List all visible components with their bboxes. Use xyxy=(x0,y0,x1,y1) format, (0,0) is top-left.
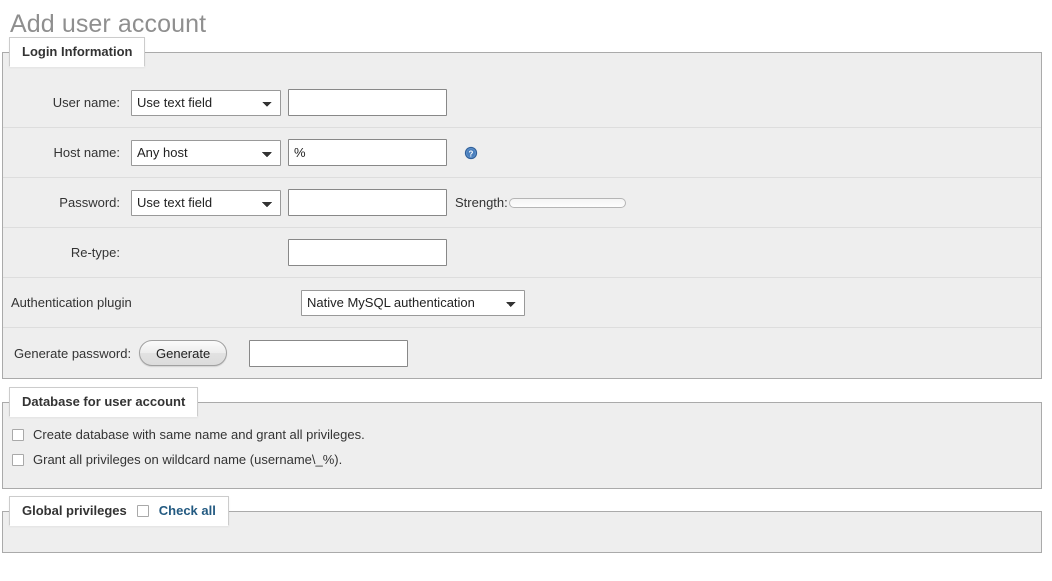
database-for-user-account-fieldset: Database for user account Create databas… xyxy=(2,387,1042,489)
retype-input[interactable] xyxy=(288,239,447,266)
page-title: Add user account xyxy=(10,10,207,38)
retype-row: Re-type: xyxy=(3,228,1041,278)
host-name-label: Host name: xyxy=(53,145,120,160)
global-privileges-check-all-link[interactable]: Check all xyxy=(159,503,216,518)
global-privileges-legend-label: Global privileges xyxy=(22,503,127,518)
password-label: Password: xyxy=(59,195,120,210)
create-database-same-name-checkbox[interactable] xyxy=(12,428,24,441)
database-for-user-account-legend-label: Database for user account xyxy=(22,394,186,409)
user-name-mode-select[interactable]: Use text field xyxy=(131,89,281,116)
host-name-row: Host name: Any host ? xyxy=(3,128,1041,178)
help-circle-icon[interactable]: ? xyxy=(464,146,478,160)
password-strength-meter xyxy=(508,197,626,208)
generated-password-input[interactable] xyxy=(249,339,409,367)
authentication-plugin-select[interactable]: Native MySQL authentication xyxy=(301,289,525,316)
login-information-legend: Login Information xyxy=(9,37,146,67)
host-name-input[interactable] xyxy=(288,139,447,166)
global-privileges-fieldset: Global privileges Check all xyxy=(2,496,1042,553)
generate-password-row: Generate password: Generate xyxy=(3,328,1041,378)
create-database-same-name-label: Create database with same name and grant… xyxy=(33,427,365,442)
login-information-fieldset: Login Information User name: Use text fi… xyxy=(2,37,1042,379)
create-database-same-name-row[interactable]: Create database with same name and grant… xyxy=(3,422,1041,447)
global-privileges-legend: Global privileges Check all xyxy=(9,496,229,526)
grant-wildcard-privileges-checkbox[interactable] xyxy=(12,453,24,466)
grant-wildcard-privileges-row[interactable]: Grant all privileges on wildcard name (u… xyxy=(3,447,1041,472)
retype-label: Re-type: xyxy=(70,245,120,260)
user-name-row: User name: Use text field xyxy=(3,78,1041,128)
password-mode-select[interactable]: Use text field xyxy=(131,189,281,216)
generate-password-button[interactable]: Generate xyxy=(139,340,228,366)
password-input[interactable] xyxy=(288,189,447,216)
password-strength: Strength: xyxy=(455,195,626,210)
add-user-account-page: Add user account Login Information User … xyxy=(0,0,1052,581)
generate-password-label: Generate password: xyxy=(14,345,132,361)
user-name-label: User name: xyxy=(52,95,120,110)
login-information-legend-label: Login Information xyxy=(22,44,133,59)
database-for-user-account-legend: Database for user account xyxy=(9,387,199,417)
authentication-plugin-label: Authentication plugin xyxy=(11,295,132,310)
grant-wildcard-privileges-label: Grant all privileges on wildcard name (u… xyxy=(33,452,343,467)
user-name-input[interactable] xyxy=(288,89,447,116)
password-row: Password: Use text field Strength: xyxy=(3,178,1041,228)
authentication-plugin-row: Authentication plugin Native MySQL authe… xyxy=(3,278,1041,328)
svg-text:?: ? xyxy=(469,149,474,158)
host-name-mode-select[interactable]: Any host xyxy=(131,139,281,166)
global-privileges-check-all-checkbox[interactable] xyxy=(136,504,149,517)
password-strength-label: Strength: xyxy=(455,195,508,210)
